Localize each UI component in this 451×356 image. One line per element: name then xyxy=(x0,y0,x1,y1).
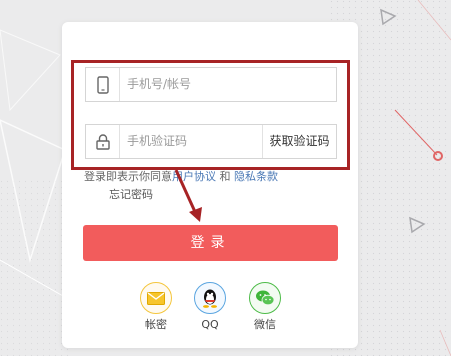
wechat-icon xyxy=(249,282,281,314)
qq-login-option[interactable]: QQ xyxy=(190,282,230,331)
wechat-login-option[interactable]: 微信 xyxy=(245,282,285,331)
login-button[interactable]: 登录 xyxy=(83,225,338,261)
qq-penguin-icon xyxy=(194,282,226,314)
wechat-login-label: 微信 xyxy=(254,318,276,331)
envelope-icon xyxy=(140,282,172,314)
qq-login-label: QQ xyxy=(201,318,219,331)
password-login-option[interactable]: 帐密 xyxy=(136,282,176,331)
password-login-label: 帐密 xyxy=(145,318,167,331)
